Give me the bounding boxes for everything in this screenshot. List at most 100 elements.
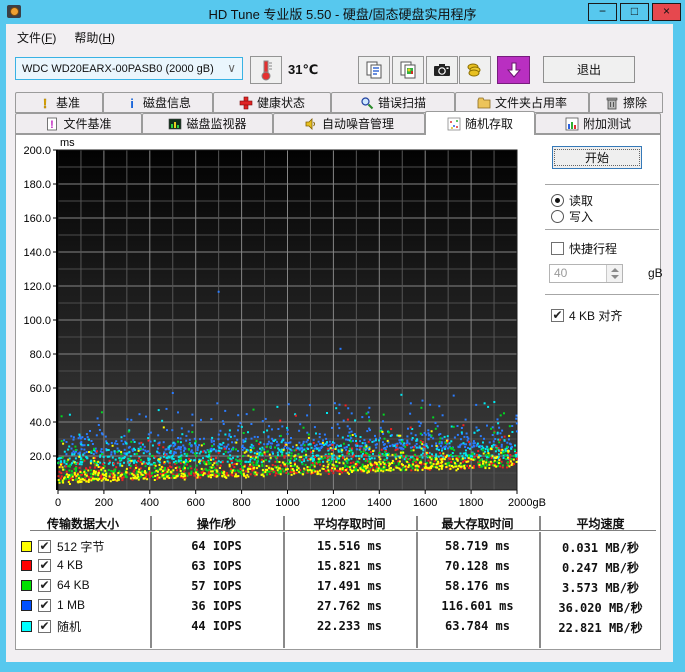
tab-random-access-label: 随机存取 (464, 117, 513, 131)
table-cell-speed: 36.020 MB/秒 (558, 601, 643, 615)
tab-row-1: ! 基准 i 磁盘信息 健康状态 错误扫描 文件夹占用率 擦除 (15, 92, 663, 113)
svg-text:160.0: 160.0 (23, 213, 51, 225)
drive-select[interactable]: WDC WD20EARX-00PASB0 (2000 gB) ∨ (15, 57, 243, 80)
series-checkbox[interactable]: ✔ (38, 598, 51, 612)
copy-text-button[interactable] (358, 56, 390, 84)
table-cell-iops: 44 IOPS (191, 619, 242, 633)
separator (545, 229, 659, 231)
write-radio-label: 写入 (569, 210, 594, 224)
svg-text:200: 200 (95, 497, 113, 509)
speaker-icon (304, 117, 318, 131)
table-cell-avg: 17.491 ms (316, 579, 383, 593)
read-radio[interactable] (551, 194, 564, 207)
capacity-input[interactable]: 40 (549, 264, 623, 283)
tab-file-benchmark[interactable]: ! 文件基准 (15, 113, 142, 134)
svg-text:200.0: 200.0 (23, 145, 51, 157)
series-label: 64 KB (57, 578, 90, 592)
client-area: 文件(F) 帮助(H) WDC WD20EARX-00PASB0 (2000 gB… (6, 24, 673, 662)
table-row-legend: ✔ 512 字节 (21, 538, 104, 555)
table-header-3: 最大存取时间 (441, 517, 514, 531)
svg-text:400: 400 (141, 497, 159, 509)
separator (545, 184, 659, 186)
write-radio[interactable] (551, 210, 564, 223)
series-checkbox[interactable]: ✔ (38, 558, 51, 572)
table-header-0: 传输数据大小 (46, 517, 119, 531)
temperature-value: 31℃ (288, 62, 319, 77)
svg-text:800: 800 (232, 497, 250, 509)
tab-disk-monitor[interactable]: 磁盘监视器 (142, 113, 273, 134)
table-cell-avg: 15.821 ms (316, 559, 383, 573)
series-checkbox[interactable]: ✔ (38, 620, 51, 633)
tab-disk-info[interactable]: i 磁盘信息 (103, 92, 213, 113)
start-button-label: 开始 (554, 149, 640, 166)
menu-help[interactable]: 帮助(H) (65, 26, 124, 46)
donate-button[interactable] (459, 56, 491, 84)
tab-disk-monitor-label: 磁盘监视器 (186, 117, 247, 131)
table-cell-max: 116.601 ms (441, 599, 514, 613)
series-checkbox[interactable]: ✔ (38, 540, 51, 553)
tab-random-access[interactable]: 随机存取 (425, 111, 535, 135)
table-cell-iops: 36 IOPS (191, 599, 242, 613)
copy-text-icon (366, 61, 382, 79)
menu-file[interactable]: 文件(F) (8, 26, 65, 46)
monitor-icon (168, 117, 182, 131)
svg-text:1400: 1400 (367, 497, 391, 509)
tab-row-2: ! 文件基准 磁盘监视器 自动噪音管理 随机存取 附加测试 (15, 111, 663, 135)
tab-aam[interactable]: 自动噪音管理 (273, 113, 425, 134)
start-button[interactable]: 开始 (552, 146, 642, 169)
series-color-swatch (21, 579, 32, 591)
svg-text:140.0: 140.0 (23, 247, 51, 259)
table-cell-iops: 57 IOPS (191, 579, 242, 593)
exit-button[interactable]: 退出 (543, 56, 635, 83)
short-stroke-row[interactable]: 快捷行程 (551, 240, 617, 257)
table-cell-avg: 27.762 ms (316, 599, 383, 613)
tab-benchmark-label: 基准 (55, 96, 80, 110)
minimize-button[interactable]: − (588, 3, 617, 21)
svg-text:1200: 1200 (321, 497, 345, 509)
table-cell-speed: 0.031 MB/秒 (561, 541, 640, 555)
table-row-legend: ✔ 随机 (21, 618, 81, 635)
align-4kb-checkbox[interactable]: ✔ (551, 309, 564, 322)
health-icon (239, 96, 253, 110)
align-row[interactable]: ✔ 4 KB 对齐 (551, 307, 622, 324)
svg-text:!: ! (43, 96, 47, 110)
title-bar[interactable]: HD Tune 专业版 5.50 - 硬盘/固态硬盘实用程序 − □ × (0, 0, 685, 24)
tab-extra-tests[interactable]: 附加测试 (535, 113, 661, 134)
tab-health-label: 健康状态 (256, 96, 305, 110)
table-cell-avg: 22.233 ms (316, 619, 383, 633)
table-cell-speed: 3.573 MB/秒 (561, 581, 640, 595)
series-checkbox[interactable]: ✔ (38, 578, 51, 592)
tab-error-scan-label: 错误扫描 (377, 96, 426, 110)
tab-folder-usage[interactable]: 文件夹占用率 (455, 92, 589, 113)
table-cell-max: 58.719 ms (444, 539, 511, 553)
scan-icon (360, 96, 374, 110)
capacity-unit: gB (648, 266, 663, 280)
tab-benchmark[interactable]: ! 基准 (15, 92, 103, 113)
test-controls: 开始 读取 写入 快捷行程 40 gB ✔ 4 KB 对齐 (540, 135, 663, 515)
tab-erase[interactable]: 擦除 (589, 92, 663, 113)
table-row-legend: ✔ 64 KB (21, 578, 90, 592)
results-table: 传输数据大小 操作/秒 平均存取时间 最大存取时间 平均速度 ✔ 512 字节 64 IOPS… (16, 514, 662, 651)
write-radio-row[interactable]: 写入 (551, 208, 593, 225)
svg-text:600: 600 (187, 497, 205, 509)
read-radio-row[interactable]: 读取 (551, 192, 593, 209)
tab-disk-info-label: 磁盘信息 (142, 96, 191, 110)
spinner-up-icon[interactable] (611, 268, 619, 272)
spinner-down-icon[interactable] (611, 275, 619, 279)
short-stroke-checkbox[interactable] (551, 242, 564, 255)
copy-image-button[interactable] (392, 56, 424, 84)
tab-erase-label: 擦除 (622, 96, 647, 110)
window-title: HD Tune 专业版 5.50 - 硬盘/固态硬盘实用程序 (208, 7, 477, 22)
svg-text:!: ! (51, 119, 55, 131)
update-button[interactable] (497, 56, 530, 84)
tab-health[interactable]: 健康状态 (213, 92, 331, 113)
spinner-buttons[interactable] (606, 265, 622, 282)
temperature-button[interactable] (250, 56, 282, 84)
screenshot-button[interactable] (426, 56, 458, 84)
series-label: 512 字节 (57, 540, 105, 554)
tab-error-scan[interactable]: 错误扫描 (331, 92, 455, 113)
maximize-button[interactable]: □ (620, 3, 649, 21)
close-button[interactable]: × (652, 3, 681, 21)
short-stroke-label: 快捷行程 (569, 242, 618, 256)
file-benchmark-icon: ! (45, 117, 59, 131)
